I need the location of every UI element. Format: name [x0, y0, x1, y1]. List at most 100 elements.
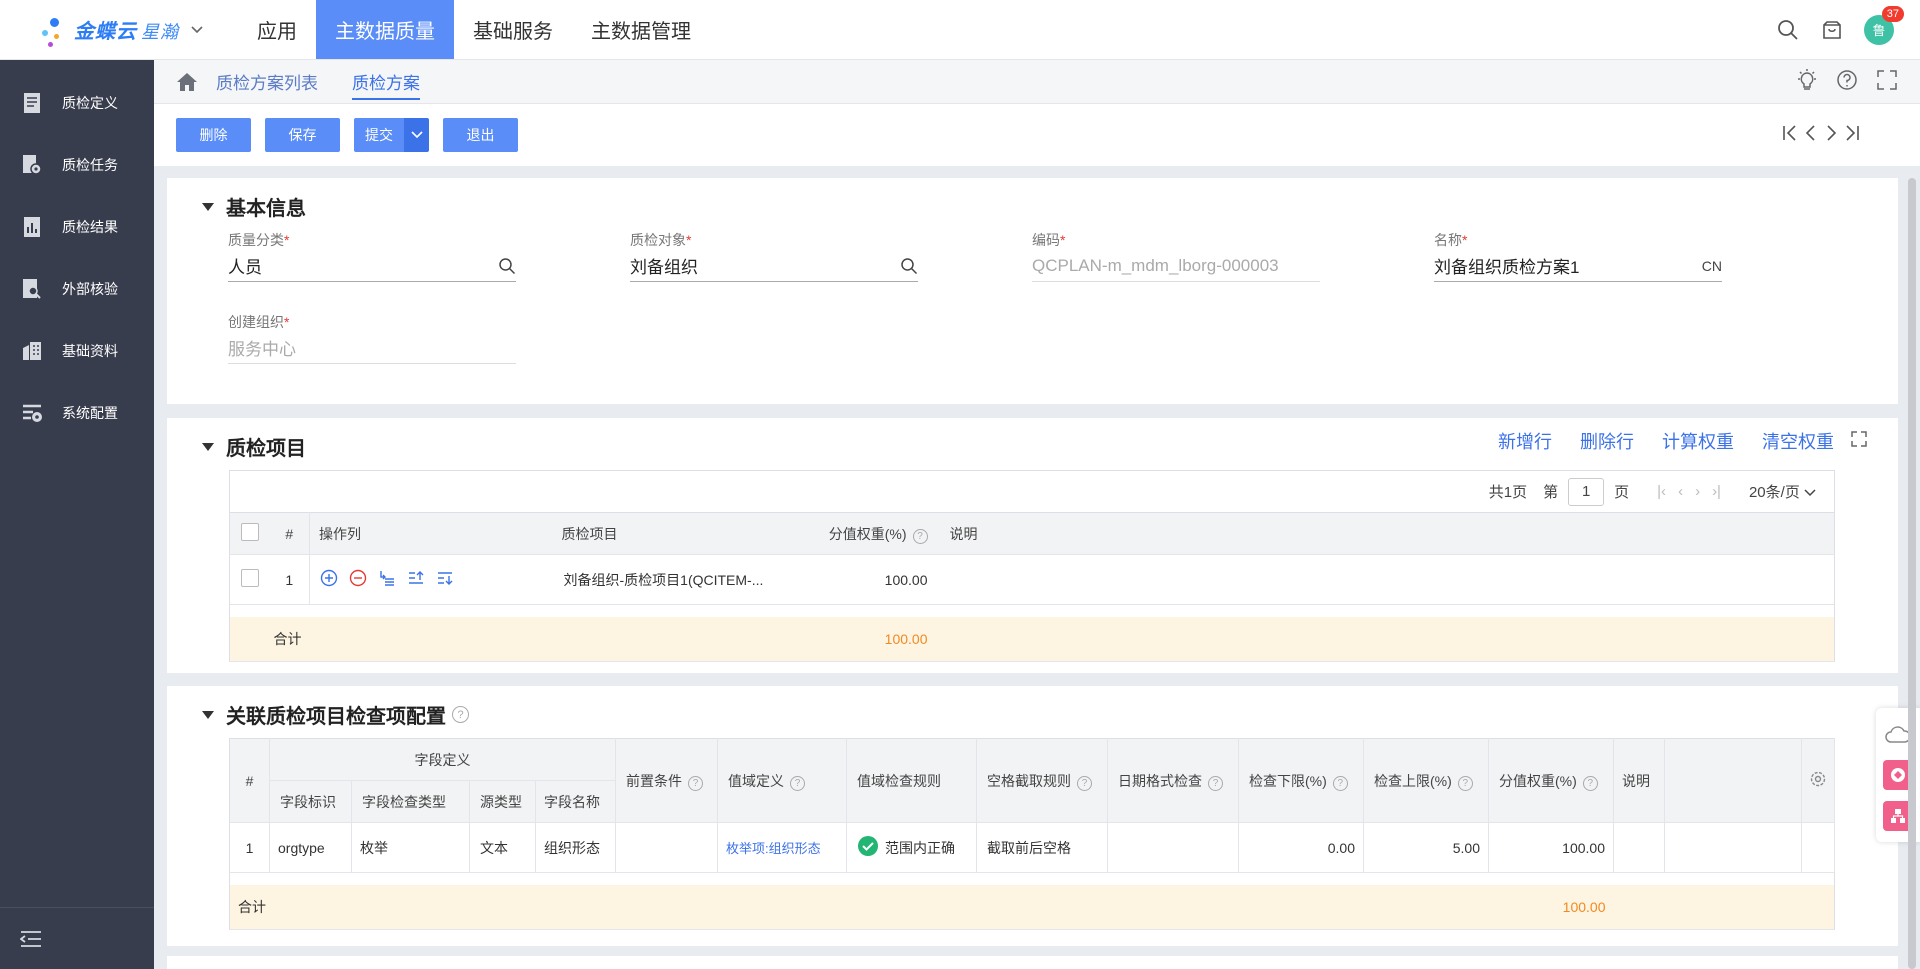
- row-operations: [309, 554, 560, 605]
- fullscreen-icon[interactable]: [1876, 69, 1898, 94]
- quality-category-field[interactable]: 质量分类* 人员: [228, 230, 516, 282]
- language-suffix[interactable]: CN: [1702, 258, 1722, 274]
- select-all-checkbox[interactable]: [229, 512, 270, 555]
- collapse-sidebar-icon[interactable]: [0, 907, 154, 969]
- main-nav: 应用 主数据质量 基础服务 主数据管理: [238, 0, 710, 59]
- tab-qc-plan[interactable]: 质检方案: [352, 60, 420, 104]
- tab-qc-plan-list[interactable]: 质检方案列表: [216, 60, 318, 104]
- lightbulb-icon[interactable]: [1796, 69, 1818, 94]
- qc-items-panel: 质检项目 新增行 删除行 计算权重 清空权重 共1页 第 1 页 |‹ ‹ › …: [167, 418, 1898, 673]
- building-icon: [20, 339, 44, 363]
- user-avatar[interactable]: 鲁 37: [1864, 5, 1904, 45]
- sidebar-item-basic-data[interactable]: 基础资料: [0, 320, 154, 382]
- move-down-icon[interactable]: [436, 569, 454, 590]
- check-circle-icon: [857, 835, 879, 860]
- page-size-select[interactable]: 20条/页: [1749, 481, 1816, 502]
- chart-doc-icon: [20, 215, 44, 239]
- add-row-button[interactable]: 新增行: [1498, 428, 1552, 454]
- qc-items-title[interactable]: 质检项目: [202, 432, 306, 461]
- sidebar-item-qc-definition[interactable]: 质检定义: [0, 72, 154, 134]
- name-field[interactable]: 名称* 刘备组织质检方案1 CN: [1434, 230, 1722, 282]
- table-row[interactable]: 1 orgtype 枚举 文本 组织形态 枚举项:组织形态 范围内正确 截取前后…: [229, 822, 1835, 873]
- task-gear-icon: [20, 153, 44, 177]
- sum-row: 合计 100.00: [229, 884, 1835, 930]
- save-button[interactable]: 保存: [265, 118, 340, 152]
- collapse-triangle-icon: [202, 202, 214, 211]
- nav-mdm-quality[interactable]: 主数据质量: [316, 0, 454, 59]
- document-icon: [20, 91, 44, 115]
- expand-icon[interactable]: [1850, 430, 1868, 453]
- page-scrollbar[interactable]: [1908, 178, 1916, 969]
- prev-page-icon[interactable]: ‹: [1678, 483, 1683, 500]
- chevron-down-icon[interactable]: [404, 118, 429, 152]
- insert-row-icon[interactable]: [378, 569, 396, 590]
- code-field: 编码* QCPLAN-m_mdm_lborg-000003: [1032, 230, 1320, 282]
- help-icon[interactable]: ?: [1457, 775, 1473, 791]
- logo-dots-icon: [40, 10, 74, 50]
- sidebar-item-external-verify[interactable]: 外部核验: [0, 258, 154, 320]
- row-checkbox[interactable]: [229, 554, 270, 605]
- submit-split-button: 提交: [354, 118, 429, 152]
- collapse-triangle-icon: [202, 442, 214, 451]
- create-org-field: 创建组织* 服务中心: [228, 312, 516, 364]
- settings-list-icon: [20, 401, 44, 425]
- sidebar-item-qc-task[interactable]: 质检任务: [0, 134, 154, 196]
- help-icon[interactable]: ?: [452, 706, 469, 723]
- qc-object-field[interactable]: 质检对象* 刘备组织: [630, 230, 918, 282]
- next-record-icon[interactable]: [1824, 124, 1838, 147]
- sum-row: 合计 100.00: [229, 616, 1835, 662]
- submit-button[interactable]: 提交: [354, 118, 404, 152]
- first-page-icon[interactable]: |‹: [1657, 483, 1666, 500]
- sidebar-item-qc-result[interactable]: 质检结果: [0, 196, 154, 258]
- qc-items-table: # 操作列 质检项目 分值权重(%)? 说明 1 刘备组织-质检项目1(QCIT…: [229, 512, 1835, 662]
- add-circle-icon[interactable]: [320, 569, 338, 590]
- sidebar-item-system-config[interactable]: 系统配置: [0, 382, 154, 444]
- page-number-input[interactable]: 1: [1568, 477, 1605, 506]
- next-page-icon[interactable]: ›: [1695, 483, 1700, 500]
- collapse-triangle-icon: [202, 710, 214, 719]
- domain-definition-link[interactable]: 枚举项:组织形态: [717, 822, 847, 873]
- record-navigation: [1782, 124, 1860, 147]
- help-icon[interactable]: ?: [912, 528, 928, 544]
- check-config-title[interactable]: 关联质检项目检查项配置?: [202, 700, 469, 729]
- delete-row-button[interactable]: 删除行: [1580, 428, 1634, 454]
- search-doc-icon: [20, 277, 44, 301]
- chevron-down-icon[interactable]: [191, 23, 203, 37]
- check-config-panel: 关联质检项目检查项配置? # 字段定义 前置条件? 值域定义? 值域检查规则 空…: [167, 686, 1898, 946]
- help-icon[interactable]: ?: [688, 775, 703, 791]
- next-panel-edge: [167, 956, 1898, 969]
- last-page-icon[interactable]: ›|: [1712, 483, 1721, 500]
- top-navbar: 金蝶云 星瀚 应用 主数据质量 基础服务 主数据管理 鲁 37: [0, 0, 1920, 60]
- search-icon[interactable]: [498, 257, 516, 280]
- message-box-icon[interactable]: [1820, 18, 1844, 42]
- basic-info-title[interactable]: 基本信息: [202, 192, 306, 221]
- help-icon[interactable]: [1836, 69, 1858, 94]
- help-icon[interactable]: ?: [1208, 775, 1223, 791]
- action-toolbar: 删除 保存 提交 退出: [154, 104, 1920, 166]
- move-up-icon[interactable]: [407, 569, 425, 590]
- search-icon[interactable]: [900, 257, 918, 280]
- remove-circle-icon[interactable]: [349, 569, 367, 590]
- help-icon[interactable]: ?: [790, 775, 805, 791]
- check-config-table: # 字段定义 前置条件? 值域定义? 值域检查规则 空格截取规则? 日期格式检查…: [229, 738, 1835, 930]
- nav-basic-service[interactable]: 基础服务: [454, 0, 572, 59]
- column-settings-icon[interactable]: [1801, 738, 1835, 823]
- notification-badge: 37: [1881, 5, 1904, 22]
- delete-button[interactable]: 删除: [176, 118, 251, 152]
- search-icon[interactable]: [1776, 18, 1800, 42]
- calc-weight-button[interactable]: 计算权重: [1662, 428, 1734, 454]
- exit-button[interactable]: 退出: [443, 118, 518, 152]
- help-icon[interactable]: ?: [1582, 775, 1598, 791]
- prev-record-icon[interactable]: [1804, 124, 1818, 147]
- home-icon[interactable]: [176, 72, 200, 92]
- sidebar: 质检定义 质检任务 质检结果 外部核验 基础资料 系统配置: [0, 60, 154, 969]
- help-icon[interactable]: ?: [1077, 775, 1092, 791]
- last-record-icon[interactable]: [1844, 124, 1860, 147]
- help-icon[interactable]: ?: [1332, 775, 1348, 791]
- first-record-icon[interactable]: [1782, 124, 1798, 147]
- nav-apps[interactable]: 应用: [238, 0, 316, 59]
- nav-mdm-manage[interactable]: 主数据管理: [572, 0, 710, 59]
- table-row[interactable]: 1 刘备组织-质检项目1(QCITEM-... 100.00: [229, 554, 1835, 605]
- logo-text: 金蝶云 星瀚: [74, 21, 179, 43]
- clear-weight-button[interactable]: 清空权重: [1762, 428, 1834, 454]
